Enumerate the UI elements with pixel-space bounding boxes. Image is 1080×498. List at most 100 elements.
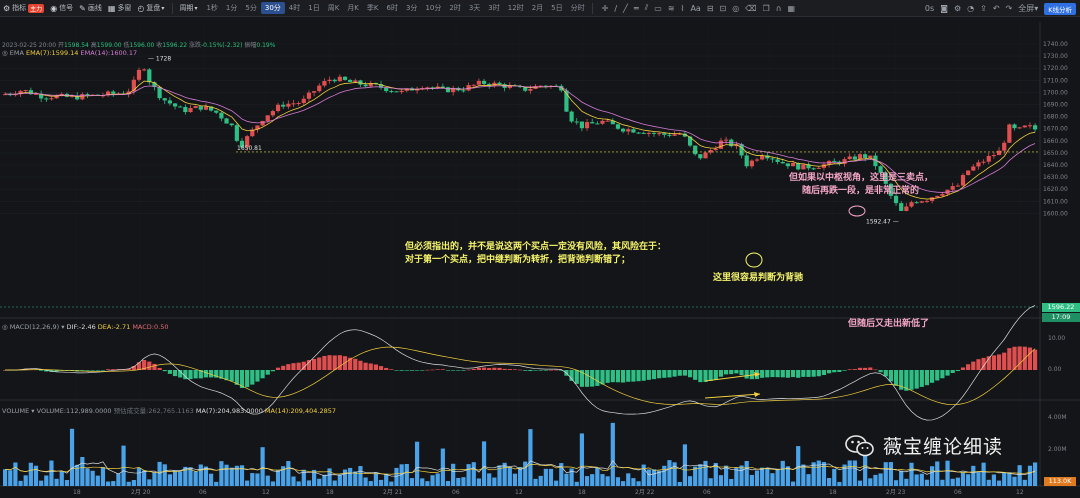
eye-icon[interactable]: ◎ <box>2 323 8 331</box>
candle-body <box>584 122 590 129</box>
volume-bar <box>270 481 275 486</box>
candle-body <box>816 167 821 169</box>
volume-bar <box>229 467 234 486</box>
macd-bar <box>816 370 821 377</box>
macd-bar <box>327 355 332 370</box>
volume-bar <box>832 468 837 486</box>
macd-bar <box>996 354 1002 370</box>
volume-bar <box>44 475 49 486</box>
candle-body <box>744 155 749 167</box>
volume-bar <box>394 467 399 486</box>
volume-bar <box>996 480 1002 486</box>
candle-body <box>693 145 698 155</box>
macd-bar <box>136 362 142 370</box>
candle-body <box>636 132 641 134</box>
volume-bar <box>286 461 291 486</box>
macd-bar <box>852 369 857 370</box>
candle-body <box>754 159 760 161</box>
candle-body <box>703 152 708 159</box>
macd-bar <box>523 370 528 371</box>
macd-bar <box>471 368 476 370</box>
macd-bar <box>368 363 373 370</box>
volume-bar <box>481 441 487 486</box>
candle-body <box>224 118 229 124</box>
volume-bar <box>507 466 512 486</box>
macd-legend[interactable]: ◎ MACD(12,26,9) ▾ DIF:-2.46 DEA:-2.71 MA… <box>2 323 168 331</box>
volume-bar <box>708 478 713 486</box>
candle-body <box>296 103 301 105</box>
volume-bar <box>816 460 821 486</box>
macd-bar <box>193 370 198 379</box>
macd-bar <box>734 370 739 374</box>
macd-bar <box>785 370 790 378</box>
candle-body <box>275 104 281 112</box>
macd-bar <box>888 370 893 382</box>
eye-icon[interactable]: ◎ <box>2 49 8 57</box>
macd-bar <box>445 370 451 371</box>
macd-bar <box>873 369 878 371</box>
volume-bar <box>554 480 559 486</box>
macd-bar <box>306 360 312 370</box>
macd-axis-label: 10.00 <box>1048 335 1065 342</box>
candle-body <box>198 106 203 110</box>
volume-bar <box>178 471 183 486</box>
volume-bar <box>425 481 430 486</box>
time-axis-label: 2月 22 <box>635 489 655 496</box>
macd-bar <box>358 360 363 370</box>
macd-bar <box>878 370 883 373</box>
annotation-new-low: 但随后又走出新低了 <box>848 319 930 329</box>
macd-bar <box>703 370 708 382</box>
volume-bar <box>1012 476 1017 486</box>
macd-bar <box>991 355 996 370</box>
volume-bar <box>827 477 832 486</box>
volume-bar <box>976 472 981 486</box>
candle-body <box>595 123 600 125</box>
macd-bar <box>883 370 888 377</box>
candle-body <box>528 88 533 91</box>
macd-bar <box>425 369 430 371</box>
macd-bar <box>80 370 85 371</box>
volume-bar <box>883 462 888 486</box>
macd-bar <box>100 370 106 371</box>
macd-bar <box>1002 352 1007 370</box>
macd-bar <box>461 370 466 371</box>
volume-axis-label: 2.00M <box>1048 446 1067 453</box>
volume-bar <box>780 460 785 486</box>
wechat-icon <box>845 434 875 458</box>
candle-body <box>863 154 868 158</box>
time-axis-label: 06 <box>954 489 962 496</box>
macd-bar <box>919 370 924 387</box>
volume-bar <box>945 460 950 486</box>
chevron-down-icon[interactable]: ▾ <box>61 323 64 331</box>
candle-body <box>260 120 265 126</box>
chevron-down-icon[interactable]: ▾ <box>31 407 34 415</box>
volume-bar <box>966 474 971 486</box>
ema-legend[interactable]: ◎ EMA EMA(7):1599.14 EMA(14):1600.17 <box>2 49 137 57</box>
macd-bar <box>415 370 420 371</box>
macd-bar <box>507 369 512 370</box>
volume-bar <box>487 473 492 486</box>
volume-bar <box>409 478 415 486</box>
volume-bar <box>687 476 693 486</box>
candle-body <box>337 76 342 82</box>
volume-bar <box>59 471 64 486</box>
volume-legend[interactable]: VOLUME ▾ VOLUME:112,989.0000 预估成交量:262,7… <box>2 405 336 415</box>
macd-bar <box>698 370 703 383</box>
candle-body <box>312 91 317 93</box>
macd-bar <box>971 361 976 370</box>
price-axis-label: 1720.00 <box>1043 65 1068 72</box>
volume-bar <box>641 464 646 486</box>
macd-bar <box>106 369 111 370</box>
macd-bar <box>930 370 935 383</box>
candle-body <box>651 132 657 134</box>
candle-body <box>657 133 662 135</box>
macd-bar <box>548 369 554 371</box>
volume-bar <box>610 422 615 486</box>
volume-bar <box>100 467 106 486</box>
macd-bar <box>229 370 234 382</box>
candle-body <box>178 106 183 108</box>
chart-window: ⚙ 指标 主力 ◉ 信号 ✎ 画线 ▦ 多窗 ◴ 复盘 ▾ 周期 ▾ 1秒 1分 5分 30分 4时 1日… <box>0 0 1080 498</box>
macd-bar <box>708 370 713 381</box>
volume-bar <box>85 468 90 486</box>
candle-body <box>147 69 152 83</box>
